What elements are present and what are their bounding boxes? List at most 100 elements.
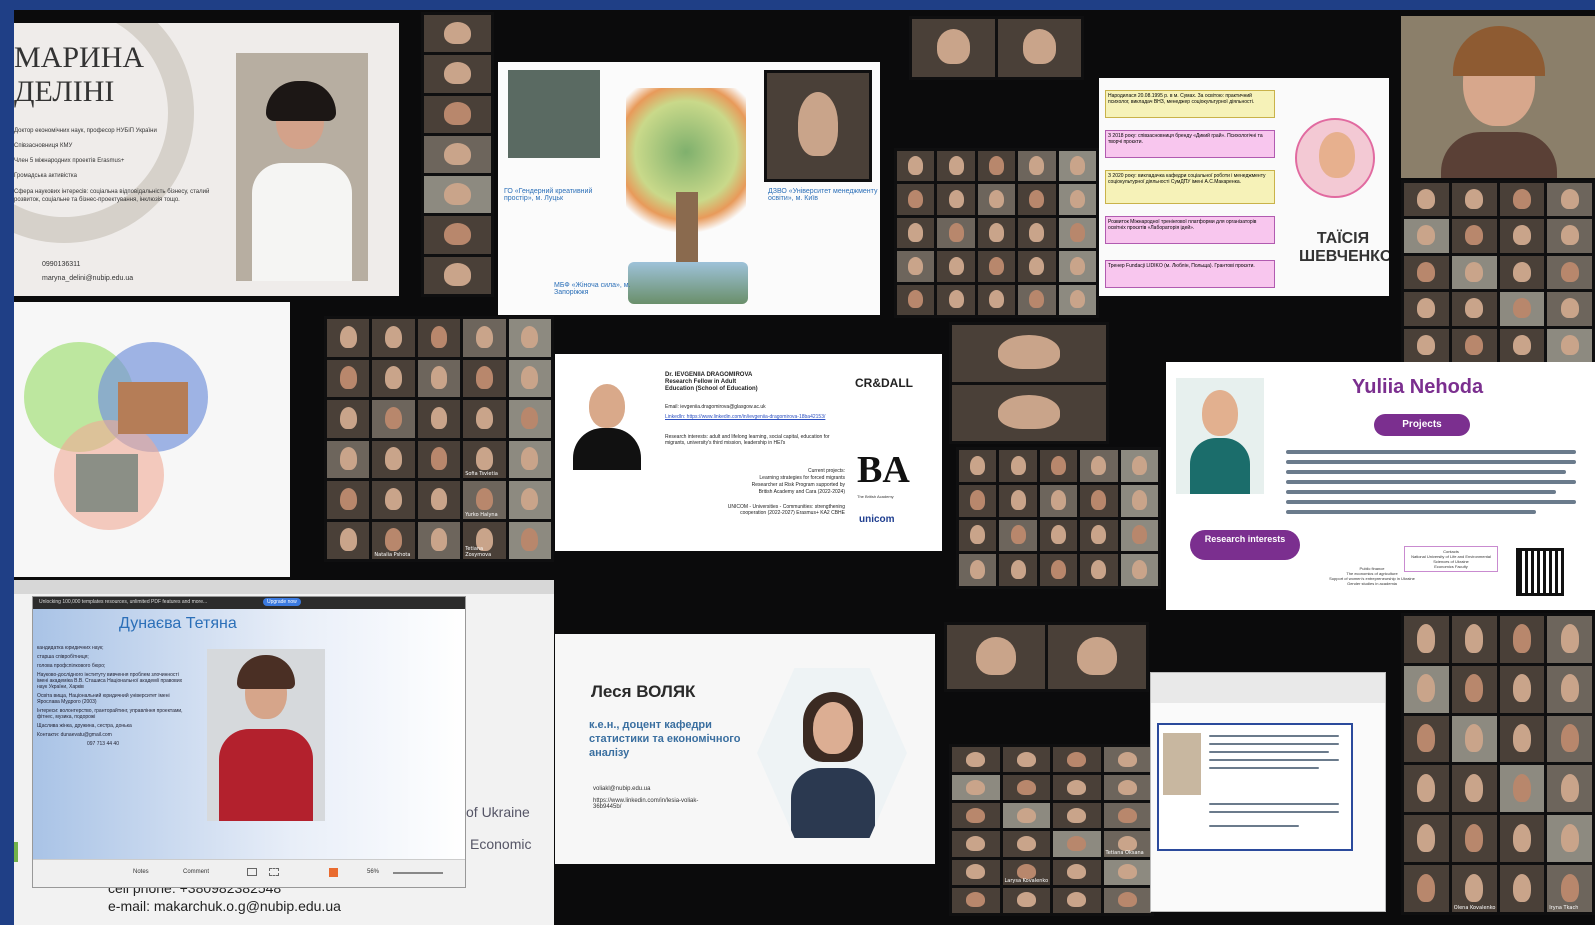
participant-video[interactable] <box>1048 625 1146 689</box>
dragomirova-photo <box>563 380 651 470</box>
dragomirova-current: Current projects: Learning strategies fo… <box>751 468 845 495</box>
participant-name: Sofia Tsvietia <box>465 471 498 477</box>
marina-bio-line: Член 5 міжнародних проектів Erasmus+ <box>14 158 125 164</box>
behind-slide-text-2: Economic <box>470 836 532 852</box>
participant-video[interactable] <box>424 135 491 174</box>
participant-name: Yurko Halyna <box>465 511 498 518</box>
taisia-photo <box>1295 118 1375 198</box>
nehoda-photo <box>1176 378 1264 494</box>
tile-participants-grid-right[interactable] <box>1401 180 1595 365</box>
marina-bio-line: Громадська активістка <box>14 173 77 179</box>
participant-video[interactable] <box>424 256 491 294</box>
dragomirova-title: Dr. IEVGENIIA DRAGOMIROVA Research Fello… <box>665 372 758 392</box>
dunaeva-bio: кандидатка юридичних наук; старша співро… <box>37 645 187 747</box>
upgrade-bar: Unlocking 100,000 templates resources, u… <box>33 597 465 609</box>
participant-video[interactable] <box>424 55 491 93</box>
participant-video[interactable] <box>952 384 1106 441</box>
marina-bio-line: Сфера наукових інтересів: соціальна відп… <box>14 189 210 203</box>
dunaeva-bullet: кандидатка юридичних наук; <box>37 645 104 651</box>
dragomirova-linkedin[interactable]: LinkedIn: https://www.linkedin.com/in/ie… <box>665 414 835 420</box>
participant-name: Natalia Pshota <box>374 552 411 558</box>
tile-participants-grid-center[interactable] <box>956 447 1161 589</box>
participant-name: Tetiana Oksana <box>1105 849 1144 856</box>
dunaeva-bullet: Науково-дослідного інституту вивчення пр… <box>37 672 183 690</box>
taisia-box: Народилася 20.08.1995 р. в м. Сумах. За … <box>1105 90 1275 118</box>
tile-participants-grid-mid[interactable] <box>894 148 1099 318</box>
zoom-slider[interactable] <box>393 872 443 874</box>
participant-video[interactable] <box>952 325 1106 382</box>
british-academy-logo: BA <box>857 449 910 491</box>
unicom-logo: unicom <box>859 514 895 525</box>
tile-participants-grid-center-left[interactable]: Sofia Tsvietia Yurko Halyna Natalia Psho… <box>324 316 554 562</box>
tile-nehoda-slide[interactable]: Yuliia Nehoda Projects Research interest… <box>1166 362 1595 610</box>
tree-slide-video-grid <box>764 70 872 182</box>
dunaeva-slide: Дунаєва Тетяна кандидатка юридичних наук… <box>33 609 465 859</box>
dunaeva-photo <box>207 649 325 821</box>
upgrade-now-button[interactable]: Upgrade now <box>263 598 301 606</box>
participant-name: Olena Kovalenko <box>1453 904 1496 911</box>
tile-speaker-video-top-right[interactable] <box>1401 16 1595 178</box>
nehoda-contacts: Contacts National University of Life and… <box>1404 546 1498 572</box>
tile-venn-slide[interactable] <box>14 302 290 577</box>
app-status-bar: Notes Comment 56% <box>33 859 465 887</box>
tile-participants-wide[interactable] <box>944 622 1149 692</box>
tile-participants-column-1[interactable] <box>421 12 494 297</box>
tile-dunaeva-window[interactable]: of Ukraine Economic cell phone: +3809823… <box>14 580 554 925</box>
tile-volyak-slide[interactable]: Леся ВОЛЯК к.е.н., доцент кафедри статис… <box>555 634 935 864</box>
upgrade-bar-text: Unlocking 100,000 templates resources, u… <box>39 599 208 605</box>
volyak-linkedin[interactable]: https://www.linkedin.com/in/lesia-voliak… <box>593 798 723 810</box>
tile-shared-document[interactable] <box>1150 672 1386 912</box>
marina-photo <box>236 53 368 281</box>
dragomirova-email: Email: ievgeniia.dragomirova@glasgow.ac.… <box>665 404 766 410</box>
participant-video[interactable] <box>998 19 1081 77</box>
volyak-email: voliakl@nubip.edu.ua <box>593 786 651 792</box>
participant-video[interactable] <box>424 216 491 254</box>
normal-view-icon[interactable] <box>247 868 257 876</box>
british-academy-subtitle: The British Academy <box>857 494 894 499</box>
presentation-app-window[interactable]: Unlocking 100,000 templates resources, u… <box>32 596 466 888</box>
tile-marina-slide[interactable]: МАРИНА ДЕЛІНІ Доктор економічних наук, п… <box>14 23 399 296</box>
behind-slide-text-1: of Ukraine <box>466 804 530 820</box>
tile-participants-top-center[interactable] <box>909 16 1084 80</box>
video-conference-gallery: МАРИНА ДЕЛІНІ Доктор економічних наук, п… <box>14 10 1595 925</box>
comment-button[interactable]: Comment <box>183 869 209 875</box>
tile-participants-right-bottom[interactable]: Olena Kovalenko Iryna Tkach <box>1401 613 1595 915</box>
participant-video[interactable] <box>424 15 491 53</box>
dunaeva-name: Дунаєва Тетяна <box>119 615 237 632</box>
notes-button[interactable]: Notes <box>133 869 149 875</box>
marina-name: МАРИНА ДЕЛІНІ <box>14 41 145 108</box>
dragomirova-unicom: UNICOM - Universities - Communities: str… <box>727 504 845 516</box>
nehoda-name: Yuliia Nehoda <box>1352 376 1484 398</box>
participant-video[interactable] <box>912 19 995 77</box>
tile-dragomirova-slide[interactable]: Dr. IEVGENIIA DRAGOMIROVA Research Fello… <box>555 354 942 551</box>
marina-email: maryna_delini@nubip.edu.ua <box>42 275 134 282</box>
participant-video[interactable] <box>424 176 491 214</box>
tree-label-right: ДЗВО «Університет менеджменту освіти», м… <box>768 188 878 202</box>
dunaeva-bullet: старша співробітниця; <box>37 654 89 660</box>
tree-label-left: ГО «Гендерний креативний простір», м. Лу… <box>504 188 593 202</box>
volyak-photo <box>757 668 907 838</box>
taisia-box: З 2020 року: викладачка кафедри соціальн… <box>1105 170 1275 204</box>
qr-code-icon <box>1516 548 1564 596</box>
taisia-box: З 2018 року: співзасновниця бренду «Дики… <box>1105 130 1275 158</box>
slide-sorter-icon[interactable] <box>269 868 279 876</box>
tree-label-bottom: МБФ «Жіноча сила», м. Запоріжжя <box>554 282 631 296</box>
tile-participants-pair[interactable] <box>949 322 1109 444</box>
taisia-name: ТАЇСІЯ ШЕВЧЕНКО <box>1299 230 1389 265</box>
tile-tree-slide[interactable]: ГО «Гендерний креативний простір», м. Лу… <box>498 62 880 315</box>
volyak-name: Леся ВОЛЯК <box>591 682 696 701</box>
dunaeva-bullet: Інтереси: волонтерство, гранторайтинг, у… <box>37 708 183 720</box>
tile-taisia-slide[interactable]: Народилася 20.08.1995 р. в м. Сумах. За … <box>1099 78 1389 296</box>
dunaeva-bullet: Контакти: dunaevatu@gmail.com <box>37 732 112 738</box>
zoom-level[interactable]: 56% <box>367 869 379 875</box>
participant-video[interactable] <box>424 95 491 133</box>
participant-name: Tetiana Zosymova <box>465 546 492 558</box>
dunaeva-bullet: голова профспілкового бюро; <box>37 663 106 669</box>
dunaeva-bullet: Освіта вища, Національний юридичний унів… <box>37 693 170 705</box>
tile-participants-grid-bottom[interactable]: Tetiana Oksana Larysa Kovalenko <box>949 744 1154 916</box>
slideshow-icon[interactable] <box>329 868 338 877</box>
participant-video[interactable] <box>947 625 1045 689</box>
nehoda-projects-pill: Projects <box>1374 414 1470 436</box>
marina-phone: 0990136311 <box>42 261 81 268</box>
taisia-box: Тренер Fundacji LIDIKO (м. Люблін, Польщ… <box>1105 260 1275 288</box>
